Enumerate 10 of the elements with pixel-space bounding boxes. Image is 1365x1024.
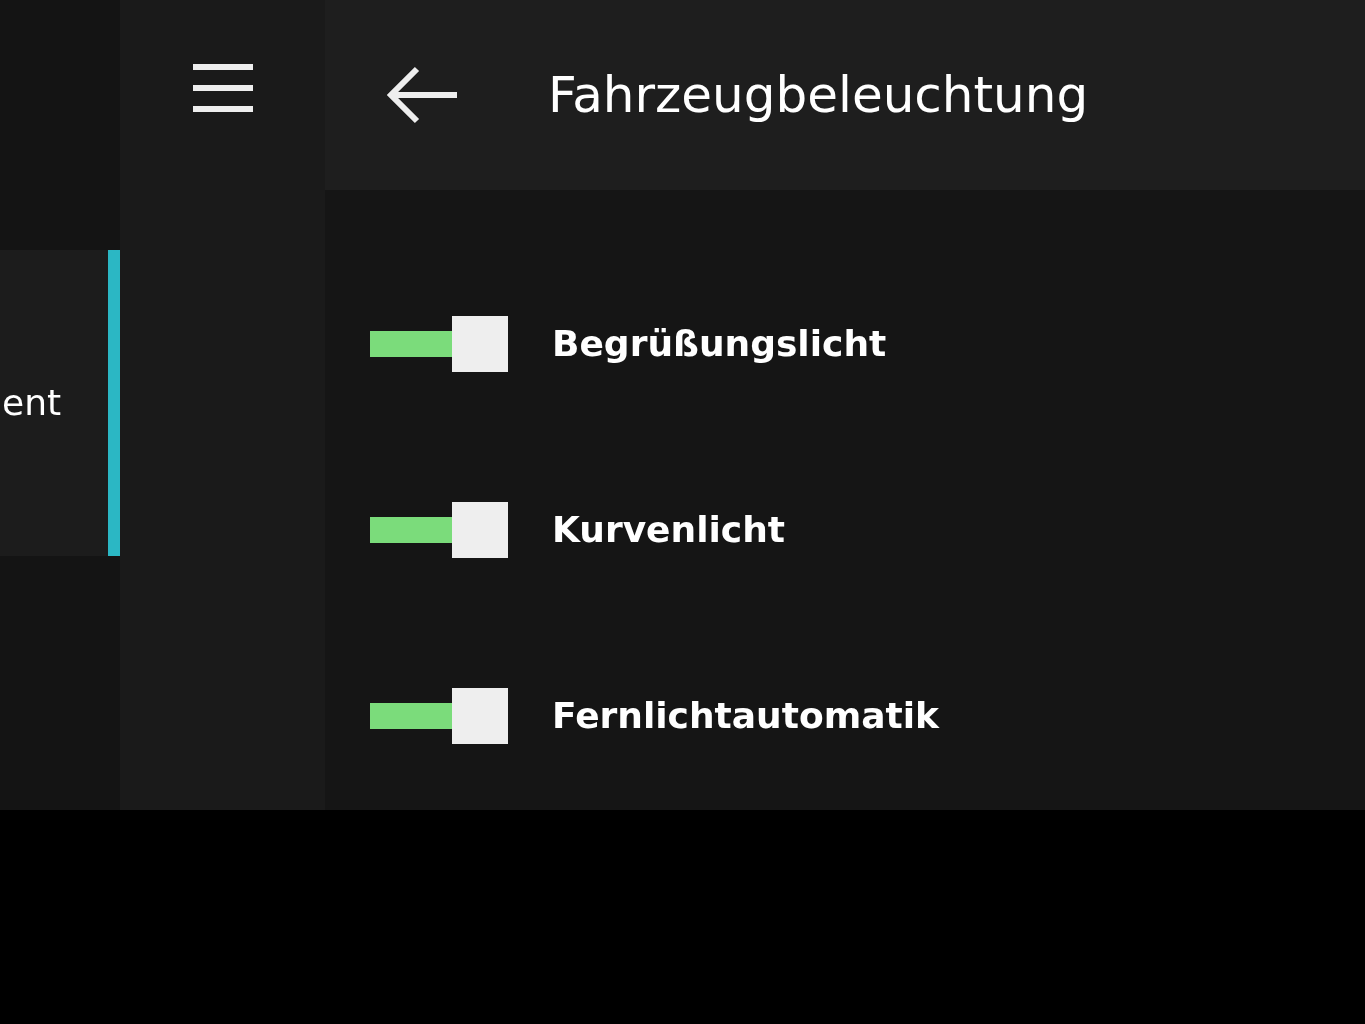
toggle-switch[interactable] [370,501,508,559]
toggle-label: Fernlichtautomatik [552,694,939,738]
sidebar-item[interactable]: ent [0,250,120,556]
toggle-switch[interactable] [370,315,508,373]
toggle-switch[interactable] [370,687,508,745]
page-title: Fahrzeugbeleuchtung [548,64,1089,126]
toggle-label: Kurvenlicht [552,508,785,552]
back-arrow-icon [387,65,459,125]
menu-icon [192,62,253,114]
toggle-label: Begrüßungslicht [552,322,887,366]
